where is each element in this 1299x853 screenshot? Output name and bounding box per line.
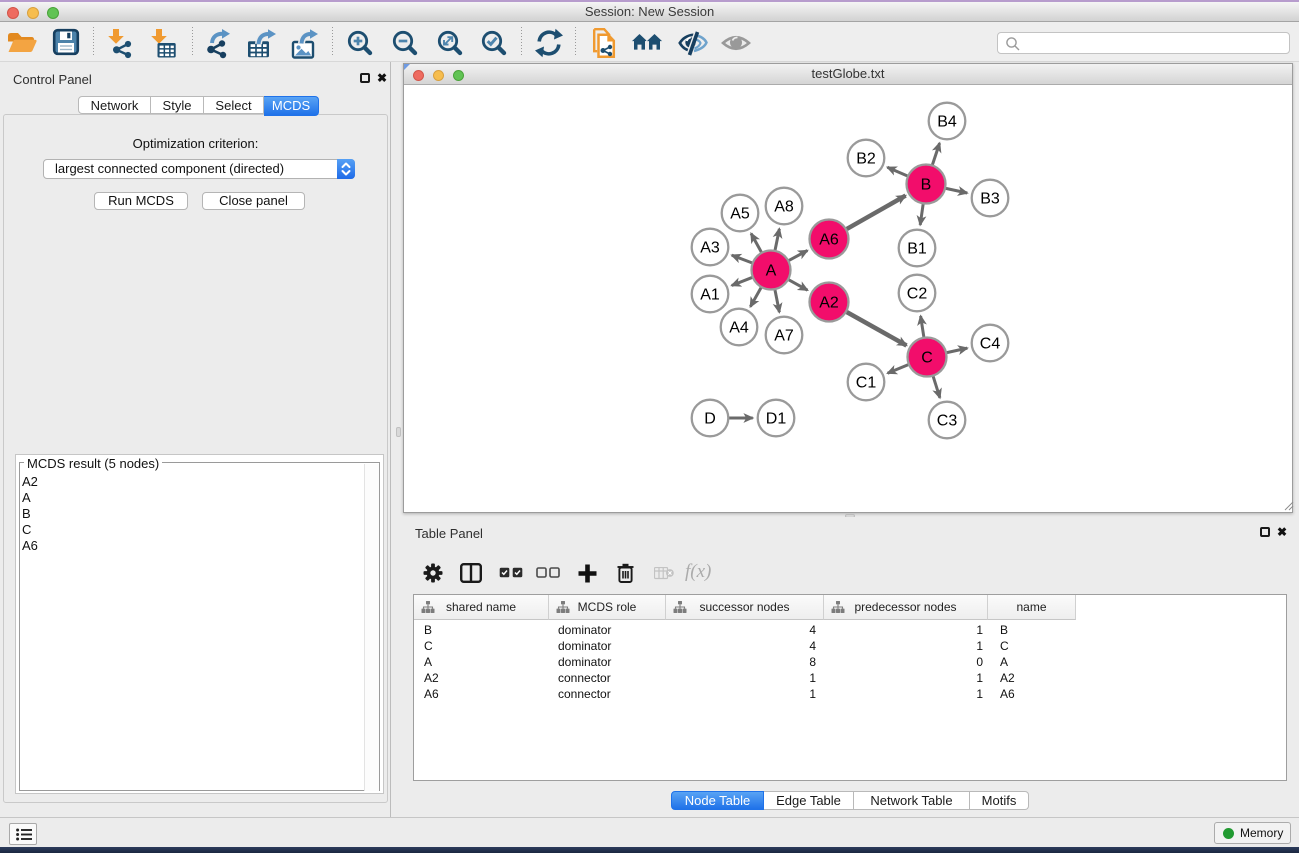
svg-text:B2: B2 — [856, 151, 876, 168]
svg-text:C3: C3 — [937, 413, 958, 430]
svg-text:C2: C2 — [907, 286, 928, 303]
svg-text:A3: A3 — [700, 240, 720, 257]
svg-text:B4: B4 — [937, 114, 957, 131]
svg-text:A6: A6 — [819, 232, 839, 249]
svg-text:C4: C4 — [980, 336, 1001, 353]
svg-text:D1: D1 — [766, 411, 787, 428]
svg-text:A2: A2 — [819, 295, 839, 312]
svg-text:A5: A5 — [730, 206, 750, 223]
svg-text:C1: C1 — [856, 375, 877, 392]
svg-text:A4: A4 — [729, 320, 749, 337]
svg-text:B: B — [921, 177, 932, 194]
svg-text:A8: A8 — [774, 199, 794, 216]
svg-text:B3: B3 — [980, 191, 1000, 208]
svg-text:A: A — [766, 263, 777, 280]
svg-text:C: C — [921, 350, 933, 367]
svg-text:A7: A7 — [774, 328, 794, 345]
svg-text:A1: A1 — [700, 287, 720, 304]
svg-text:B1: B1 — [907, 241, 927, 258]
svg-text:D: D — [704, 411, 716, 428]
